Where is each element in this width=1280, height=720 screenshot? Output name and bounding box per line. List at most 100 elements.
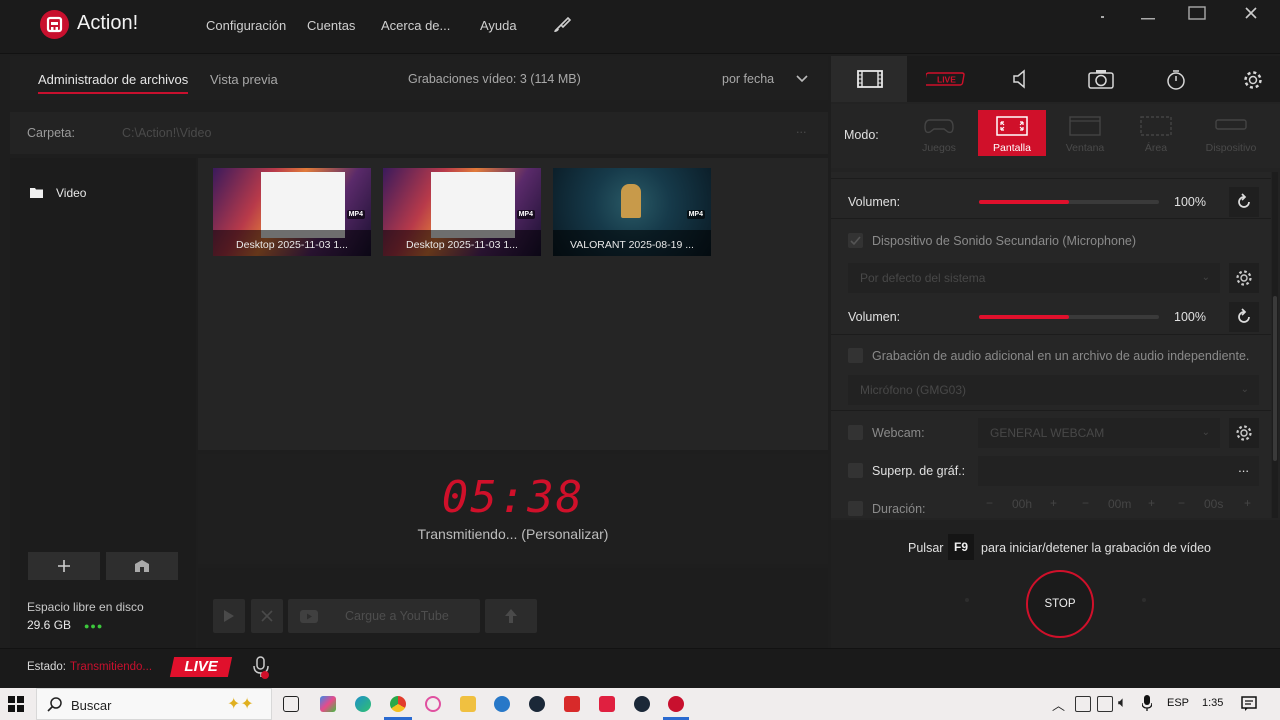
plus-icon: [58, 560, 70, 572]
language-indicator[interactable]: ESP: [1167, 697, 1189, 709]
wps-icon[interactable]: [599, 696, 615, 712]
minimize-button[interactable]: [1133, 4, 1163, 24]
microphone-in-use-icon[interactable]: [1141, 695, 1153, 711]
folder-path[interactable]: C:\Action!\Video: [122, 126, 211, 140]
recordings-grid: MP4 Desktop 2025-11-03 1... MP4 Desktop …: [198, 158, 828, 450]
volume-value-primary: 100%: [1174, 195, 1206, 209]
menu-ayuda[interactable]: Ayuda: [480, 18, 517, 33]
chevron-down-icon: ⌄: [1201, 427, 1210, 438]
tray-app-icon[interactable]: [1075, 696, 1091, 712]
menu-acerca-de[interactable]: Acerca de...: [381, 18, 450, 33]
volume-icon[interactable]: 🔈︎: [1118, 694, 1127, 711]
minimize-to-tray-button[interactable]: [1088, 4, 1118, 24]
recording-thumbnail[interactable]: MP4 Desktop 2025-11-03 1...: [383, 168, 541, 256]
increment-hours-icon[interactable]: +: [1050, 496, 1057, 510]
overlay-more-button[interactable]: ...: [1238, 453, 1249, 483]
play-icon: [224, 610, 234, 622]
increment-minutes-icon[interactable]: +: [1148, 496, 1155, 510]
clock[interactable]: 1:35: [1202, 697, 1223, 709]
record-panel: Pulsar F9 para iniciar/detener la grabac…: [831, 520, 1280, 648]
app-red-icon[interactable]: [564, 696, 580, 712]
notifications-icon[interactable]: [1241, 696, 1257, 712]
decrement-minutes-icon[interactable]: −: [1082, 496, 1089, 510]
sort-select[interactable]: por fecha: [722, 72, 808, 86]
mode-window-button[interactable]: Ventana: [1051, 110, 1119, 156]
gamepad-icon: [924, 119, 954, 134]
secondary-device-settings-button[interactable]: [1229, 263, 1259, 293]
upload-arrow-icon: [505, 609, 517, 623]
folder-icon: [30, 188, 43, 198]
tab-file-manager[interactable]: Administrador de archivos: [38, 72, 189, 94]
steam-icon[interactable]: [529, 696, 545, 712]
steam-icon[interactable]: [634, 696, 650, 712]
outlook-icon[interactable]: [494, 696, 510, 712]
film-icon: [857, 70, 883, 88]
mp4-badge: MP4: [346, 210, 365, 219]
timer-status-link[interactable]: Transmitiendo... (Personalizar): [198, 526, 828, 542]
extra-audio-checkbox[interactable]: [848, 348, 863, 363]
webcam-checkbox[interactable]: [848, 425, 863, 440]
stop-recording-button[interactable]: STOP: [1026, 570, 1094, 638]
mode-games-button[interactable]: Juegos: [905, 110, 973, 156]
divider: [831, 410, 1271, 411]
export-button[interactable]: [485, 599, 537, 633]
recording-thumbnail[interactable]: MP4 Desktop 2025-11-03 1...: [213, 168, 371, 256]
menu-configuracion[interactable]: Configuración: [206, 18, 286, 33]
tray-overflow-icon[interactable]: ︿: [1052, 695, 1065, 714]
add-folder-button[interactable]: [28, 552, 100, 580]
tab-benchmark[interactable]: [1139, 56, 1215, 102]
open-folder-button[interactable]: [106, 552, 178, 580]
edge-icon[interactable]: [355, 696, 371, 712]
webcam-select[interactable]: GENERAL WEBCAM ⌄: [978, 418, 1220, 448]
decrement-hours-icon[interactable]: −: [986, 496, 993, 510]
chrome-icon[interactable]: [390, 696, 406, 712]
live-badge-button[interactable]: LIVE: [169, 657, 233, 677]
microphone-toggle[interactable]: [252, 656, 270, 680]
tab-settings[interactable]: [1216, 56, 1280, 102]
task-view-icon[interactable]: [283, 696, 299, 712]
duration-checkbox[interactable]: [848, 501, 863, 516]
folder-label: Carpeta:: [27, 126, 75, 140]
folder-browse-button[interactable]: ...: [796, 122, 806, 136]
increment-seconds-icon[interactable]: +: [1244, 496, 1251, 510]
tab-live-streaming[interactable]: LIVE: [908, 56, 984, 102]
settings-scrollbar-thumb[interactable]: [1273, 296, 1277, 461]
tab-screenshot[interactable]: [1062, 56, 1138, 102]
recording-thumbnail[interactable]: MP4 VALORANT 2025-08-19 ...: [553, 168, 711, 256]
secondary-device-select[interactable]: Por defecto del sistema ⌄: [848, 263, 1220, 293]
reset-volume-button[interactable]: [1229, 187, 1259, 217]
menu-cuentas[interactable]: Cuentas: [307, 18, 355, 33]
windows-start-icon[interactable]: [8, 696, 24, 712]
folder-bar: Carpeta: C:\Action!\Video ...: [10, 112, 828, 154]
volume-slider-secondary[interactable]: [979, 315, 1159, 319]
reset-volume-button[interactable]: [1229, 302, 1259, 332]
tab-video-recording[interactable]: [831, 56, 907, 102]
action-taskbar-icon[interactable]: [668, 696, 684, 712]
opera-icon[interactable]: [425, 696, 441, 712]
file-manager-header: Administrador de archivos Vista previa G…: [10, 56, 828, 100]
copilot-icon[interactable]: [320, 696, 336, 712]
volume-slider-primary[interactable]: [979, 200, 1159, 204]
overlay-checkbox[interactable]: [848, 463, 863, 478]
webcam-settings-button[interactable]: [1229, 418, 1259, 448]
tab-preview[interactable]: Vista previa: [210, 72, 278, 87]
close-button[interactable]: [1236, 4, 1266, 24]
secondary-device-checkbox[interactable]: [848, 233, 863, 248]
microphone-select[interactable]: Micrófono (GMG03) ⌄: [848, 375, 1259, 405]
duration-input[interactable]: − 00h + − 00m + − 00s +: [978, 494, 1259, 518]
file-explorer-icon[interactable]: [460, 696, 476, 712]
mode-device-button[interactable]: Dispositivo: [1197, 110, 1265, 156]
play-button[interactable]: [213, 599, 245, 633]
skin-brush-icon[interactable]: [552, 16, 572, 34]
tab-audio[interactable]: [985, 56, 1061, 102]
overlay-select[interactable]: ...: [978, 456, 1259, 486]
upload-youtube-button[interactable]: Cargue a YouTube: [288, 599, 480, 633]
sidebar-item-video[interactable]: Video: [10, 182, 196, 204]
maximize-button[interactable]: [1182, 4, 1212, 24]
taskbar-search-input[interactable]: Buscar ✦✦: [36, 688, 272, 720]
decrement-seconds-icon[interactable]: −: [1178, 496, 1185, 510]
delete-button[interactable]: [251, 599, 283, 633]
network-icon[interactable]: [1097, 696, 1113, 712]
mode-screen-button[interactable]: Pantalla: [978, 110, 1046, 156]
mode-area-button[interactable]: Área: [1122, 110, 1190, 156]
